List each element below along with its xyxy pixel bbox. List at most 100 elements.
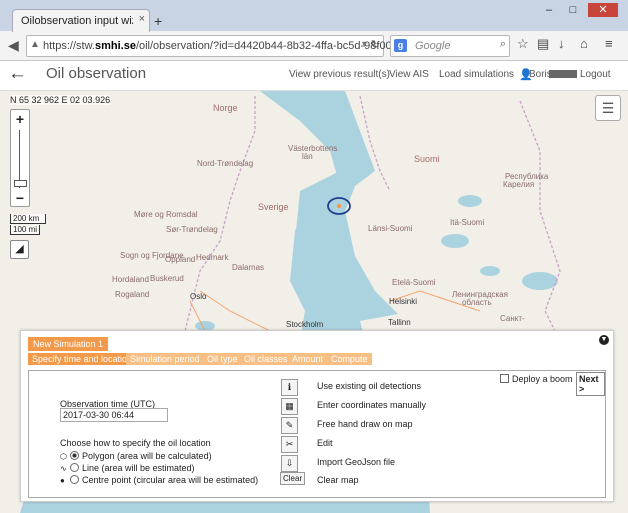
step-oil-type[interactable]: Oil type <box>203 353 242 365</box>
map-label: Suomi <box>414 154 440 164</box>
url-bar[interactable]: ▲ https://stw.smhi.se/oil/observation/?i… <box>26 35 404 57</box>
map-label: län <box>302 152 313 161</box>
collapse-icon[interactable]: ▼ <box>599 335 609 345</box>
view-ais-link[interactable]: View AIS <box>389 69 429 80</box>
map-label: Norge <box>213 103 238 113</box>
option-polygon[interactable]: ⬡ Polygon (area will be calculated) <box>60 451 212 461</box>
step-content: Observation time (UTC) 2017-03-30 06:44 … <box>28 370 606 498</box>
map-label: Dalarnas <box>232 263 265 272</box>
line-icon: ∿ <box>60 464 67 473</box>
maximize-button[interactable]: □ <box>564 3 582 17</box>
tool-label: Edit <box>317 438 333 448</box>
map-label: область <box>462 298 492 307</box>
map-label: Республика <box>505 172 549 181</box>
tool-label: Enter coordinates manually <box>317 400 427 410</box>
coordinate-readout: N 65 32 962 E 02 03.926 <box>10 95 111 105</box>
zoom-control: + − <box>10 109 30 207</box>
scale-mi: 100 mi <box>10 225 40 235</box>
edit-icon[interactable]: ✂ <box>281 436 298 453</box>
layers-icon[interactable]: ☰ <box>595 95 621 121</box>
map-label: Etelä-Suomi <box>392 278 436 287</box>
map-label: Sør-Trøndelag <box>166 225 218 234</box>
browser-navbar: ◀ ▲ https://stw.smhi.se/oil/observation/… <box>0 31 628 60</box>
observation-time-input[interactable]: 2017-03-30 06:44 <box>60 408 168 422</box>
zoom-in-button[interactable]: + <box>11 111 29 127</box>
search-placeholder: Google <box>415 40 451 52</box>
map-label: Nord-Trøndelag <box>197 159 254 168</box>
map-label: Västerbottens <box>288 144 338 153</box>
step-oil-classes[interactable]: Oil classes <box>240 353 292 365</box>
tool-label: Free hand draw on map <box>317 419 413 429</box>
google-icon[interactable]: g <box>394 39 407 52</box>
search-icon[interactable]: ⌕ <box>500 38 506 51</box>
app-header: ← Oil observation View previous result(s… <box>0 61 628 91</box>
load-simulations-link[interactable]: Load simulations <box>439 69 514 80</box>
radio-polygon[interactable] <box>70 451 79 460</box>
next-button[interactable]: Next > <box>576 372 605 396</box>
view-previous-results-link[interactable]: View previous result(s) <box>289 69 390 80</box>
download-icon[interactable]: ↓ <box>558 36 565 51</box>
location-method-label: Choose how to specify the oil location <box>60 438 211 448</box>
reload-icon[interactable]: ↻ <box>371 38 380 51</box>
import-file-icon[interactable]: ⇩ <box>281 455 298 472</box>
scale-km: 200 km <box>10 214 46 224</box>
grid-icon[interactable]: ▦ <box>281 398 298 415</box>
step-simulation-period[interactable]: Simulation period <box>126 353 204 365</box>
search-bar[interactable]: g Google ⌕ <box>390 35 510 57</box>
bookmark-star-icon[interactable]: ☆ <box>517 36 529 52</box>
tool-label: Use existing oil detections <box>317 381 422 391</box>
measure-tool-icon[interactable]: ◢ <box>10 240 29 259</box>
city-label: Oslo <box>190 292 207 301</box>
clear-button[interactable]: Clear <box>280 472 306 485</box>
city-label: Helsinki <box>389 297 418 306</box>
step-amount[interactable]: Amount <box>288 353 328 365</box>
home-icon[interactable]: ⌂ <box>580 36 588 51</box>
clipboard-icon[interactable]: ▤ <box>537 36 549 52</box>
map-label: Sverige <box>258 202 289 212</box>
lock-icon: ▲ <box>30 39 40 50</box>
scale-bar: 200 km 100 mi <box>10 214 46 236</box>
logout-link[interactable]: Logout <box>580 69 611 80</box>
back-icon[interactable]: ◀ <box>8 37 19 54</box>
map-label: Hordaland <box>112 275 149 284</box>
checkbox[interactable] <box>500 374 509 383</box>
radio-centre-point[interactable] <box>70 475 79 484</box>
map-label: Oppland <box>165 255 196 264</box>
simulation-wizard-panel: ▼ New Simulation 1 Specify time and loca… <box>20 330 614 502</box>
minimize-button[interactable]: – <box>540 3 558 17</box>
polygon-icon: ⬡ <box>60 452 67 461</box>
simulation-title[interactable]: New Simulation 1 <box>28 337 109 351</box>
page-title: Oil observation <box>46 65 147 82</box>
zoom-out-button[interactable]: − <box>11 190 29 206</box>
radio-line[interactable] <box>70 463 79 472</box>
oil-location-dot <box>336 203 342 209</box>
oil-detection-icon[interactable]: ℹ <box>281 379 298 396</box>
back-arrow-icon[interactable]: ← <box>8 63 27 85</box>
new-tab-button[interactable]: + <box>154 13 162 29</box>
map-label: Hedmark <box>196 253 229 262</box>
step-specify-time-location[interactable]: Specify time and location <box>28 353 137 365</box>
redacted-name <box>549 70 577 78</box>
zoom-slider-handle[interactable] <box>14 180 27 187</box>
map-label: Møre og Romsdal <box>134 210 198 219</box>
city-label: Tallinn <box>388 318 411 327</box>
url-text: https://stw.smhi.se/oil/observation/?id=… <box>43 40 404 52</box>
tab-strip: Oilobservation input wiz... × + – □ ✕ <box>0 0 628 32</box>
option-line[interactable]: ∿ Line (area will be estimated) <box>60 463 195 473</box>
browser-tab[interactable]: Oilobservation input wiz... × <box>12 9 150 32</box>
close-icon[interactable]: × <box>139 13 145 25</box>
pencil-icon[interactable]: ✎ <box>281 417 298 434</box>
chevron-down-icon[interactable]: ▼ <box>360 39 369 49</box>
step-compute[interactable]: Compute <box>327 353 372 365</box>
map-label: Rogaland <box>115 290 150 299</box>
map-label: Санкт- <box>500 314 525 323</box>
close-window-button[interactable]: ✕ <box>588 3 618 17</box>
map-label: Itä-Suomi <box>450 218 485 227</box>
tab-title: Oilobservation input wiz... <box>21 15 133 27</box>
option-centre-point[interactable]: ● Centre point (circular area will be est… <box>60 475 258 485</box>
menu-icon[interactable]: ≡ <box>605 36 613 51</box>
browser-chrome: Oilobservation input wiz... × + – □ ✕ ◀ … <box>0 0 628 61</box>
city-label: Stockholm <box>286 320 324 329</box>
deploy-boom-checkbox[interactable]: Deploy a boom <box>500 374 573 384</box>
point-icon: ● <box>60 476 65 485</box>
